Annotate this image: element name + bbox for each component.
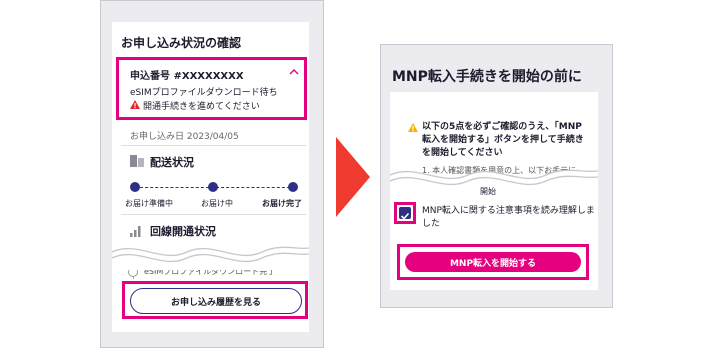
mnp-confirm-card: 以下の5点を必ずご確認のうえ、「MNP 転入を開始する」ボタンを押して手続き を… [390, 92, 598, 290]
application-status: eSIMプロファイルダウンロード待ち [130, 88, 278, 98]
package-icon [130, 155, 144, 167]
partial-bottom-text: 開始 [480, 187, 496, 196]
step-label-1: お届け準備中 [125, 199, 173, 208]
history-button-highlight: お申し込み履歴を見る [122, 281, 308, 319]
line-heading: 回線開通状況 [150, 225, 216, 238]
right-page-title: MNP転入手続きを開始の前に [392, 69, 582, 85]
warning-icon [408, 123, 418, 132]
checkbox-label: MNP転入に関する注意事項を読み理解しま した [422, 205, 595, 231]
check-icon [400, 212, 410, 220]
notice-line-3: を開始してください [422, 148, 503, 158]
step-label-2: お届け中 [201, 199, 233, 208]
checkbox-label-line-1: MNP転入に関する注意事項を読み理解しま [422, 206, 595, 216]
notice-line-2: 転入を開始する」ボタンを押して手続き [422, 135, 584, 145]
checkbox-label-line-2: した [422, 219, 441, 229]
divider [121, 145, 306, 146]
chevron-up-icon[interactable] [289, 68, 299, 76]
agree-checkbox[interactable] [399, 207, 411, 220]
warning-text: 開通手続きを進めてください [143, 102, 260, 112]
application-box[interactable]: 申込番号 #XXXXXXXX eSIMプロファイルダウンロード待ち 開通手続きを… [116, 57, 307, 120]
step-dot-1 [130, 182, 140, 192]
cut-wave [112, 246, 309, 270]
start-mnp-button[interactable]: MNP転入を開始する [405, 252, 581, 272]
notice-text: 以下の5点を必ずご確認のうえ、「MNP 転入を開始する」ボタンを押して手続き を… [422, 121, 584, 160]
checkbox-highlight [394, 202, 416, 224]
page-title: お申し込み状況の確認 [121, 36, 242, 50]
step-label-3: お届け完了 [262, 199, 302, 208]
divider [121, 214, 306, 215]
step-dot-3 [288, 182, 298, 192]
signal-icon [130, 226, 141, 237]
warning-icon [130, 100, 140, 109]
status-card: お申し込み状況の確認 申込番号 #XXXXXXXX eSIMプロファイルダウンロ… [112, 22, 309, 332]
history-button[interactable]: お申し込み履歴を見る [130, 288, 302, 314]
application-date: お申し込み日 2023/04/05 [130, 132, 239, 142]
application-number: 申込番号 #XXXXXXXX [130, 71, 244, 82]
next-arrow-icon [336, 137, 370, 217]
step-dot-2 [208, 182, 218, 192]
delivery-heading: 配送状況 [150, 156, 194, 169]
start-button-highlight: MNP転入を開始する [397, 244, 589, 280]
notice-line-1: 以下の5点を必ずご確認のうえ、「MNP [422, 122, 582, 132]
